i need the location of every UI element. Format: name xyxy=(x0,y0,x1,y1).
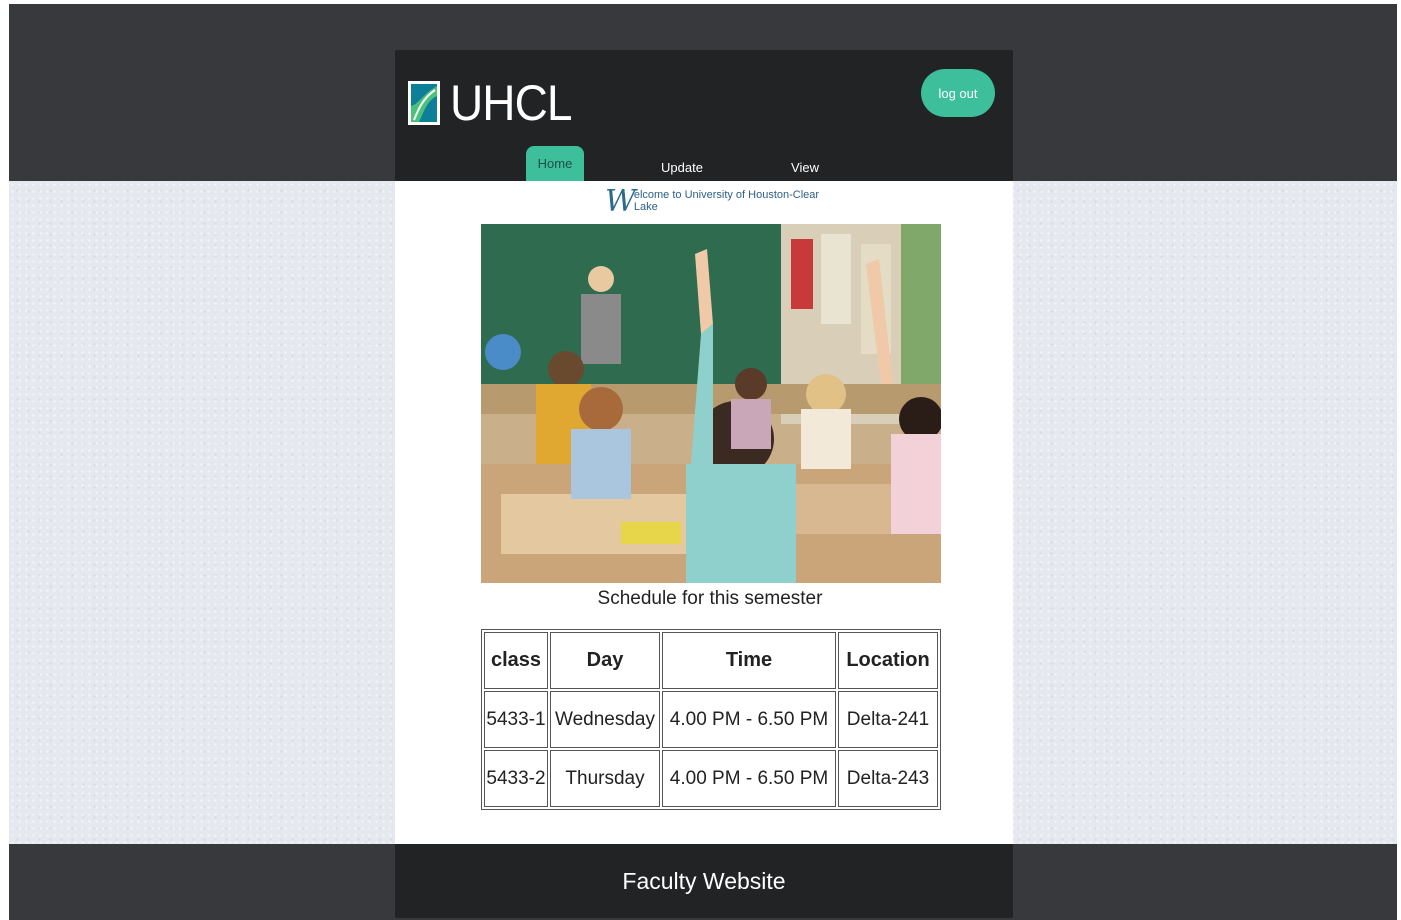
cell-time: 4.00 PM - 6.50 PM xyxy=(662,691,836,748)
table-header-row: class Day Time Location xyxy=(484,632,938,689)
cell-day: Thursday xyxy=(550,750,660,807)
site-footer: Faculty Website xyxy=(395,844,1013,918)
welcome-banner: W elcome to University of Houston-Clear … xyxy=(605,187,825,217)
table-row: 5433-1 Wednesday 4.00 PM - 6.50 PM Delta… xyxy=(484,691,938,748)
cell-time: 4.00 PM - 6.50 PM xyxy=(662,750,836,807)
column-header-location: Location xyxy=(838,632,938,689)
cell-class: 5433-1 xyxy=(484,691,548,748)
classroom-image xyxy=(481,224,941,583)
welcome-text: elcome to University of Houston-Clear La… xyxy=(633,189,820,213)
cell-location: Delta-243 xyxy=(838,750,938,807)
nav-item-home[interactable]: Home xyxy=(526,146,584,181)
nav-item-update[interactable]: Update xyxy=(653,154,711,181)
column-header-class: class xyxy=(484,632,548,689)
footer-text: Faculty Website xyxy=(622,867,786,894)
page-frame: UHCL log out Home Update View W elcome t… xyxy=(9,4,1397,920)
column-header-day: Day xyxy=(550,632,660,689)
nav-item-view[interactable]: View xyxy=(785,154,825,181)
cell-class: 5433-2 xyxy=(484,750,548,807)
column-header-time: Time xyxy=(662,632,836,689)
main-content: W elcome to University of Houston-Clear … xyxy=(395,181,1013,844)
schedule-caption: Schedule for this semester xyxy=(597,588,823,609)
main-nav: Home Update View xyxy=(395,146,1013,181)
cell-location: Delta-241 xyxy=(838,691,938,748)
schedule-table: class Day Time Location 5433-1 Wednesday… xyxy=(481,629,941,810)
table-row: 5433-2 Thursday 4.00 PM - 6.50 PM Delta-… xyxy=(484,750,938,807)
logo[interactable]: UHCL xyxy=(408,78,582,128)
site-header: UHCL log out Home Update View xyxy=(395,50,1013,181)
site-container: UHCL log out Home Update View W elcome t… xyxy=(395,50,1013,918)
logout-button[interactable]: log out xyxy=(921,69,995,117)
cell-day: Wednesday xyxy=(550,691,660,748)
uhcl-logo-icon xyxy=(408,81,440,125)
welcome-initial: W xyxy=(605,184,636,219)
logo-text: UHCL xyxy=(450,75,572,131)
